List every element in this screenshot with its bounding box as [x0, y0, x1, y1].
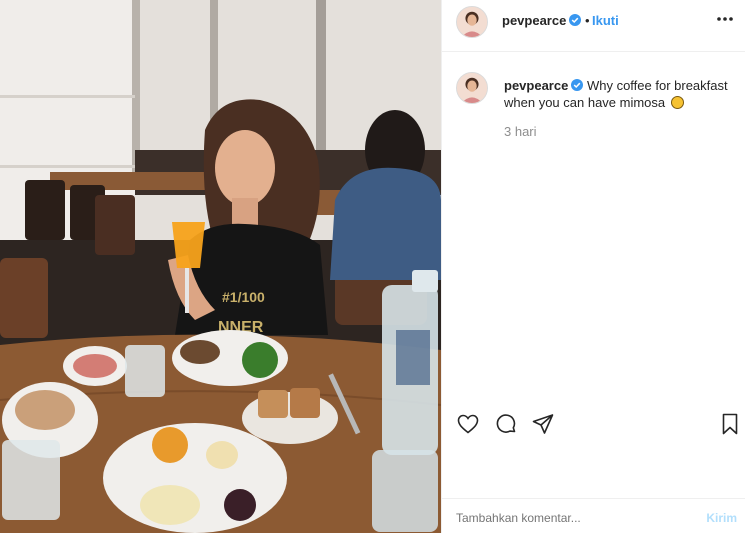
- verified-badge-icon: [569, 14, 582, 26]
- caption-username[interactable]: pevpearce: [504, 78, 568, 93]
- avatar-image: [457, 73, 487, 103]
- comment-input[interactable]: [456, 508, 686, 528]
- username-text: pevpearce: [502, 13, 567, 28]
- laughing-emoji-icon: [670, 96, 684, 109]
- caption-avatar[interactable]: [456, 72, 488, 104]
- svg-text:#1/100: #1/100: [222, 289, 265, 305]
- post-photo[interactable]: #1/100 NNER: [0, 0, 441, 533]
- username-link[interactable]: pevpearce: [502, 13, 582, 28]
- breakfast-photo-illustration: #1/100 NNER: [0, 0, 441, 533]
- post-timestamp[interactable]: 3 hari: [504, 124, 537, 139]
- post-header: pevpearce • Ikuti: [442, 0, 745, 52]
- caption-text: pevpearce Why coffee for breakfast when …: [504, 77, 732, 111]
- follow-button[interactable]: Ikuti: [592, 13, 619, 28]
- heart-icon[interactable]: [456, 412, 482, 438]
- instagram-post-view: #1/100 NNER pevpearce • Ikuti pevpearce …: [0, 0, 745, 533]
- bookmark-icon[interactable]: [718, 412, 744, 438]
- avatar[interactable]: [456, 6, 488, 38]
- separator-dot: •: [585, 13, 590, 28]
- comment-icon[interactable]: [494, 412, 520, 438]
- avatar-image: [457, 7, 487, 37]
- verified-badge-icon: [571, 79, 584, 91]
- send-comment-button[interactable]: Kirim: [706, 511, 737, 525]
- post-sidebar: pevpearce • Ikuti pevpearce Why coffee f…: [441, 0, 745, 533]
- comment-divider: [442, 498, 745, 499]
- action-bar: [442, 404, 745, 444]
- more-horizontal-icon[interactable]: [714, 8, 736, 30]
- send-icon[interactable]: [531, 412, 557, 438]
